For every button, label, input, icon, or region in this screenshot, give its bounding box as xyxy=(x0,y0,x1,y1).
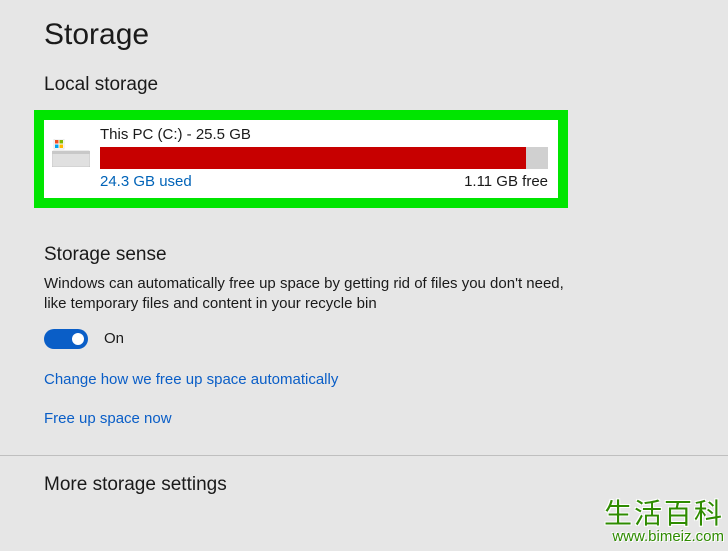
more-storage-heading: More storage settings xyxy=(44,474,684,496)
toggle-state-label: On xyxy=(104,330,124,347)
change-free-up-link[interactable]: Change how we free up space automaticall… xyxy=(44,371,338,388)
watermark-url: www.bimeiz.com xyxy=(604,529,724,546)
storage-sense-description: Windows can automatically free up space … xyxy=(44,274,574,315)
section-divider xyxy=(0,455,728,456)
storage-sense-heading: Storage sense xyxy=(44,244,684,266)
storage-bar-fill xyxy=(100,147,526,169)
drive-c-card[interactable]: This PC (C:) - 25.5 GB 24.3 GB used 1.11… xyxy=(44,120,558,198)
toggle-thumb xyxy=(72,333,84,345)
page-title: Storage xyxy=(44,18,684,52)
drive-title: This PC (C:) - 25.5 GB xyxy=(100,126,548,143)
watermark: 生活百科 www.bimeiz.com xyxy=(604,501,724,546)
drive-highlight: This PC (C:) - 25.5 GB 24.3 GB used 1.11… xyxy=(34,110,568,208)
drive-body: This PC (C:) - 25.5 GB 24.3 GB used 1.11… xyxy=(100,126,548,190)
storage-bar xyxy=(100,147,548,169)
drive-free-text: 1.11 GB free xyxy=(464,173,548,190)
free-up-now-link[interactable]: Free up space now xyxy=(44,410,172,427)
storage-sense-toggle[interactable] xyxy=(44,329,88,349)
drive-icon xyxy=(50,132,92,174)
watermark-text: 生活百科 xyxy=(604,501,724,529)
local-storage-heading: Local storage xyxy=(44,74,684,96)
drive-used-link[interactable]: 24.3 GB used xyxy=(100,173,192,190)
